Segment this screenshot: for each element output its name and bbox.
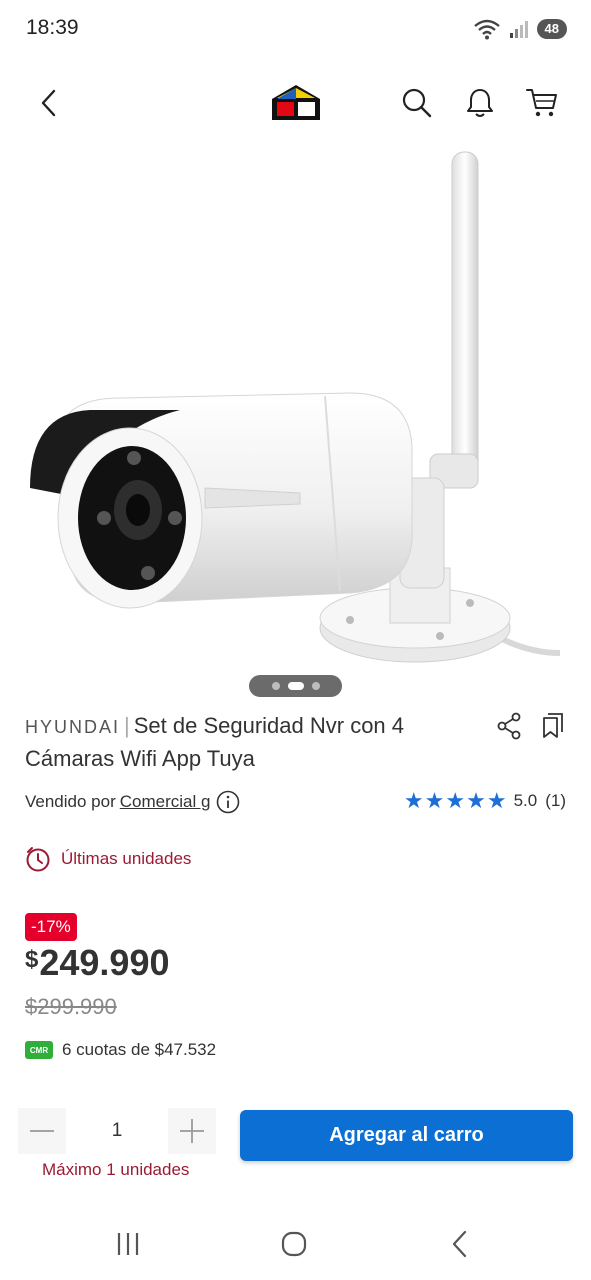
pagination-dot[interactable] (271, 682, 280, 690)
quantity-stepper (18, 1108, 216, 1154)
recent-apps-button[interactable] (108, 1226, 148, 1262)
product-rating[interactable]: ★ ★ ★ ★ ★ 5.0 (1) (404, 790, 566, 812)
price-value: 249.990 (39, 942, 170, 983)
rating-count[interactable]: (1) (545, 791, 566, 811)
search-button[interactable] (396, 82, 438, 124)
rating-value: 5.0 (513, 791, 538, 810)
seller-link[interactable]: Comercial g (120, 792, 211, 812)
star-icon: ★ (466, 788, 486, 813)
product-title: HYUNDAI | Set de Seguridad Nvr con 4 Cámar… (25, 710, 475, 774)
back-arrow-icon (41, 89, 56, 117)
brand-name[interactable]: HYUNDAI (25, 717, 120, 737)
info-icon[interactable] (216, 790, 240, 814)
seller-info: Vendido por Comercial g (25, 790, 240, 814)
installments-info: CMR 6 cuotas de $47.532 (25, 1040, 216, 1060)
title-separator: | (124, 713, 130, 738)
product-image[interactable] (0, 148, 591, 668)
pagination-dot-active[interactable] (287, 682, 304, 690)
star-icon: ★ (403, 788, 424, 813)
add-to-cart-button[interactable]: Agregar al carro (240, 1110, 573, 1161)
bell-icon (467, 89, 493, 117)
star-icon: ★ (424, 788, 445, 813)
status-time: 18:39 (26, 16, 79, 39)
status-bar: 18:39 48 (0, 0, 591, 60)
stock-warning: Últimas unidades (25, 846, 191, 872)
save-list-button[interactable] (537, 710, 567, 742)
store-logo[interactable] (268, 82, 324, 122)
back-icon (452, 1230, 467, 1258)
status-icons: 48 (473, 18, 567, 40)
notifications-button[interactable] (459, 82, 501, 124)
app-header (0, 70, 591, 136)
security-camera-image (30, 151, 561, 663)
clock-icon (26, 847, 50, 872)
cart-icon (526, 89, 557, 117)
quantity-input[interactable] (66, 1108, 168, 1154)
max-quantity-label: Máximo 1 unidades (42, 1160, 190, 1179)
cart-button[interactable] (521, 82, 563, 124)
currency-symbol: $ (25, 946, 39, 973)
system-nav-bar (0, 1212, 591, 1280)
signal-icon (509, 21, 528, 38)
plus-icon (180, 1119, 204, 1143)
installments-label: 6 cuotas de $47.532 (62, 1040, 217, 1059)
current-price: $249.990 (25, 942, 170, 984)
share-button[interactable] (494, 710, 524, 742)
star-icon: ★ (445, 788, 466, 813)
discount-badge: -17% (25, 913, 77, 941)
cmr-card-icon: CMR (25, 1041, 53, 1059)
minus-icon (30, 1130, 54, 1132)
home-icon (281, 1231, 307, 1257)
bookmark-icon (543, 713, 563, 738)
star-icon: ★ (486, 788, 507, 813)
battery-indicator: 48 (536, 19, 567, 39)
home-button[interactable] (274, 1226, 314, 1262)
image-pagination[interactable] (249, 675, 342, 697)
stock-label: Últimas unidades (61, 849, 192, 868)
pagination-dot[interactable] (311, 682, 320, 690)
recent-apps-icon (117, 1233, 139, 1255)
share-icon (497, 712, 521, 740)
increase-quantity-button[interactable] (168, 1108, 216, 1154)
house-logo-icon (272, 85, 320, 120)
seller-prefix: Vendido por (25, 792, 116, 811)
system-back-button[interactable] (440, 1226, 480, 1262)
decrease-quantity-button[interactable] (18, 1108, 66, 1154)
wifi-icon (473, 19, 500, 40)
original-price: $299.990 (25, 994, 117, 1019)
back-button[interactable] (28, 82, 70, 124)
search-icon (402, 88, 432, 118)
